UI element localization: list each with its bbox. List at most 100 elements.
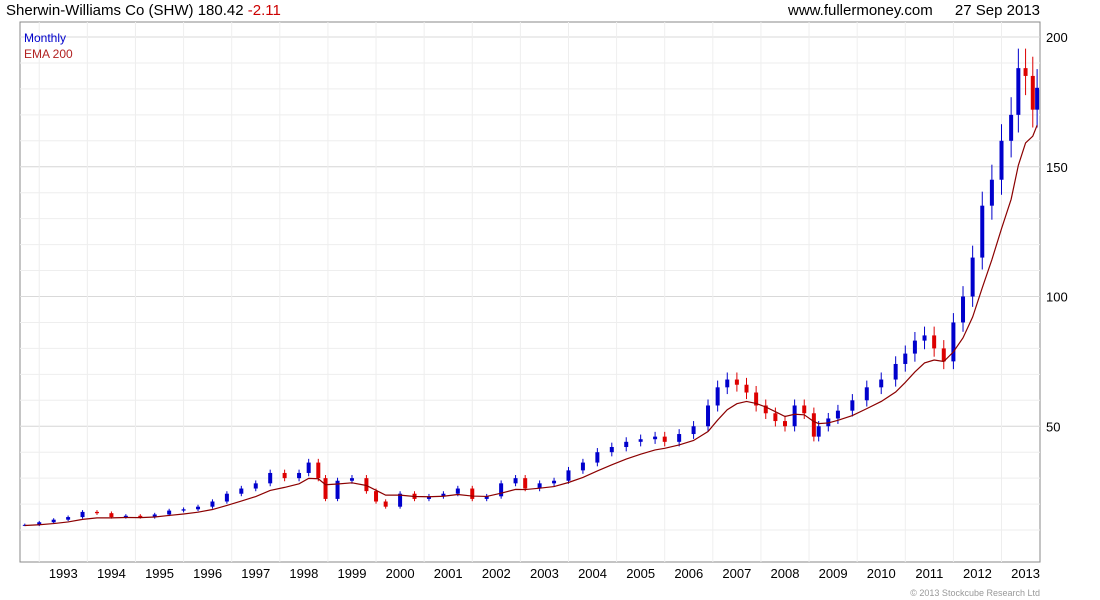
candle-body bbox=[297, 472, 302, 479]
x-tick-label: 1994 bbox=[97, 566, 126, 581]
candle-body bbox=[364, 478, 369, 492]
candle-body bbox=[566, 470, 571, 481]
candle-body bbox=[196, 506, 201, 510]
candle-body bbox=[349, 478, 354, 481]
candle-body bbox=[864, 387, 869, 401]
candle-body bbox=[224, 493, 229, 502]
candle-body bbox=[725, 379, 730, 388]
candle-body bbox=[783, 421, 787, 427]
x-tick-label: 2004 bbox=[578, 566, 607, 581]
candle-body bbox=[653, 436, 658, 440]
candle-body bbox=[513, 478, 518, 484]
candle-body bbox=[677, 434, 682, 442]
candle-body bbox=[879, 379, 884, 388]
candle-body bbox=[210, 501, 215, 507]
y-tick-label: 150 bbox=[1046, 160, 1068, 175]
candle-body bbox=[691, 426, 696, 435]
x-tick-label: 2003 bbox=[530, 566, 559, 581]
candle-body bbox=[816, 426, 821, 437]
candle-body bbox=[580, 462, 585, 471]
candle-body bbox=[662, 436, 667, 442]
candle-body bbox=[595, 452, 600, 463]
x-tick-label: 2006 bbox=[674, 566, 703, 581]
y-tick-label: 50 bbox=[1046, 419, 1060, 434]
candle-body bbox=[1023, 68, 1028, 76]
candle-body bbox=[1016, 68, 1021, 115]
candle-body bbox=[1035, 87, 1040, 110]
chart-legend: Monthly EMA 200 bbox=[24, 30, 73, 62]
candle-body bbox=[638, 439, 643, 442]
x-tick-label: 1995 bbox=[145, 566, 174, 581]
x-tick-label: 2002 bbox=[482, 566, 511, 581]
candle-body bbox=[999, 140, 1004, 180]
candle-body bbox=[253, 483, 258, 489]
candle-body bbox=[961, 296, 966, 323]
x-tick-label: 2013 bbox=[1011, 566, 1040, 581]
candle-body bbox=[706, 405, 711, 427]
candle-body bbox=[850, 400, 855, 411]
candle-body bbox=[903, 353, 908, 364]
candle-body bbox=[268, 472, 273, 484]
legend-ema: EMA 200 bbox=[24, 47, 73, 61]
candle-body bbox=[609, 447, 614, 453]
candle-body bbox=[715, 387, 720, 406]
y-tick-label: 100 bbox=[1046, 290, 1068, 305]
candle-body bbox=[744, 384, 749, 393]
candle-body bbox=[167, 510, 172, 515]
candle-body bbox=[123, 515, 128, 518]
x-tick-label: 2012 bbox=[963, 566, 992, 581]
candle-body bbox=[374, 491, 379, 502]
candle-body bbox=[499, 483, 504, 497]
candle-body bbox=[316, 462, 321, 479]
candle-body bbox=[51, 519, 56, 523]
copyright-note: © 2013 Stockcube Research Ltd bbox=[910, 588, 1040, 598]
candle-body bbox=[802, 405, 807, 414]
x-tick-label: 1998 bbox=[289, 566, 318, 581]
x-tick-label: 2010 bbox=[867, 566, 896, 581]
candle-body bbox=[773, 413, 778, 422]
candle-body bbox=[951, 322, 956, 362]
candle-body bbox=[792, 405, 797, 427]
candle-body bbox=[80, 511, 85, 518]
candle-body bbox=[282, 472, 287, 479]
x-tick-label: 2007 bbox=[722, 566, 751, 581]
candle-body bbox=[66, 517, 71, 520]
candle-body bbox=[811, 413, 816, 437]
plot-frame bbox=[19, 21, 1041, 563]
candle-body bbox=[138, 515, 143, 518]
legend-period: Monthly bbox=[24, 31, 67, 45]
candle-body bbox=[470, 488, 475, 499]
candle-body bbox=[932, 335, 937, 349]
candle-body bbox=[835, 410, 840, 419]
candle-body bbox=[624, 441, 629, 448]
candle-body bbox=[109, 513, 114, 518]
price-chart: 50 100 150 200 1993 1994 1995 1996 1997 1998 1999 2… bbox=[19, 21, 1068, 581]
x-tick-label: 1999 bbox=[338, 566, 367, 581]
candle-body bbox=[181, 509, 186, 511]
candle-body bbox=[922, 335, 927, 341]
candle-body bbox=[239, 488, 244, 494]
candle-body bbox=[980, 205, 985, 258]
x-tick-label: 2005 bbox=[626, 566, 655, 581]
candle-body bbox=[455, 488, 460, 494]
candle-body bbox=[734, 379, 739, 385]
candle-body bbox=[323, 478, 328, 499]
candle-body bbox=[94, 511, 99, 514]
candle-body bbox=[1030, 75, 1035, 110]
x-tick-label: 2000 bbox=[386, 566, 415, 581]
x-tick-label: 2001 bbox=[434, 566, 463, 581]
candle-body bbox=[523, 478, 528, 489]
x-tick-label: 1997 bbox=[241, 566, 270, 581]
x-tick-label: 2011 bbox=[915, 566, 943, 581]
y-tick-label: 200 bbox=[1046, 30, 1068, 45]
candle-body bbox=[1009, 114, 1014, 141]
candle-body bbox=[970, 257, 975, 297]
candle-body bbox=[306, 462, 311, 473]
candle-body bbox=[893, 363, 898, 380]
x-tick-label: 1993 bbox=[49, 566, 78, 581]
candle-body bbox=[383, 501, 388, 507]
candle-body bbox=[989, 179, 994, 206]
candle-body bbox=[912, 340, 917, 354]
x-tick-label: 2009 bbox=[819, 566, 848, 581]
candle-body bbox=[552, 480, 557, 484]
